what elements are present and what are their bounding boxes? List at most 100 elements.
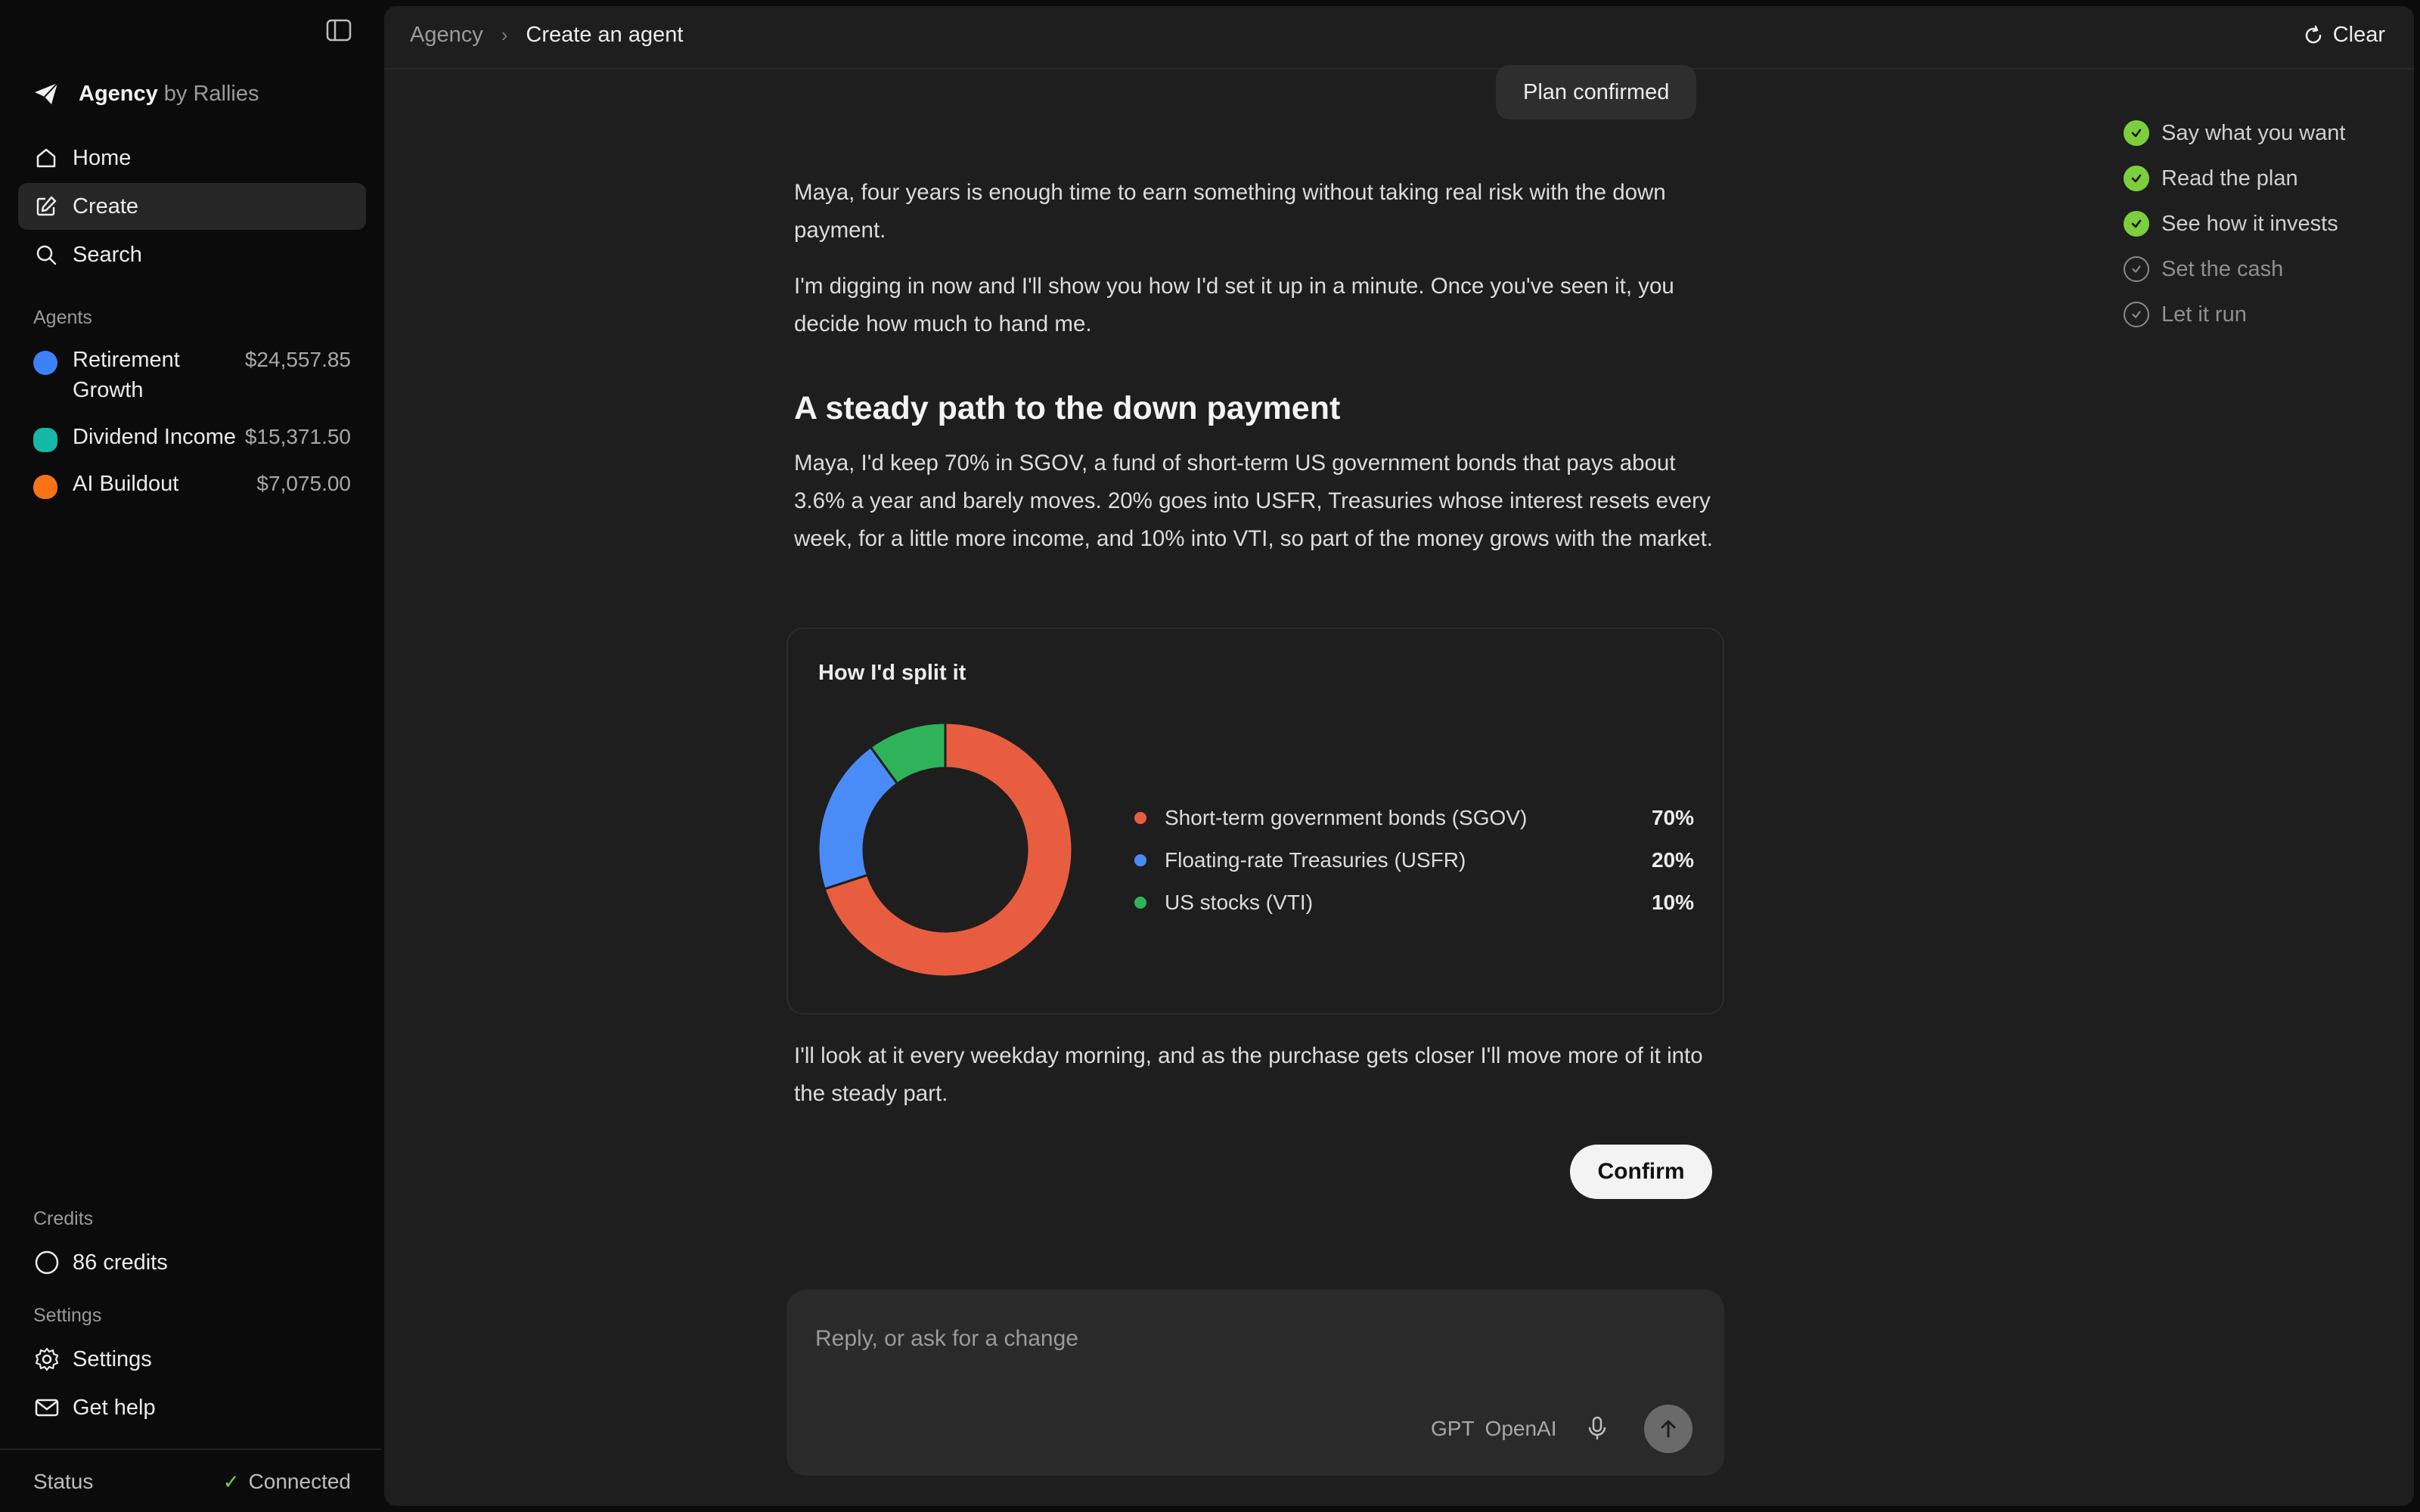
legend-item: Short-term government bonds (SGOV) 70% (1134, 797, 1694, 839)
clear-label: Clear (2332, 23, 2385, 47)
step-item: Set the cash (2124, 246, 2345, 292)
clear-button[interactable]: Clear (2303, 23, 2385, 48)
sidebar-nav: Home Create Search (18, 135, 366, 280)
paper-plane-icon (33, 80, 60, 107)
chart-title: How I'd split it (818, 661, 966, 685)
agent-name: AI Buildout (73, 472, 179, 496)
brand[interactable]: Agency by Rallies (33, 79, 259, 109)
agent-item-dividend-income[interactable]: Dividend Income $15,371.50 (33, 422, 351, 452)
agent-avatar-icon (33, 475, 57, 499)
status-bar: Status ✓ Connected (0, 1448, 381, 1512)
user-message-bubble: Plan confirmed (1496, 65, 1697, 119)
topbar: Agency › Create an agent Clear (384, 6, 2414, 70)
model-name: GPT (1431, 1417, 1475, 1440)
assistant-paragraph: I'm digging in now and I'll show you how… (794, 274, 1674, 336)
sidebar-item-help[interactable]: Get help (33, 1394, 156, 1421)
home-icon (33, 145, 59, 171)
allocation-chart-card: How I'd split it Short-term government b… (786, 627, 1724, 1015)
arrow-up-icon (1661, 1420, 1676, 1438)
assistant-paragraph: Maya, four years is enough time to earn … (794, 180, 1666, 243)
agent-item-ai-buildout[interactable]: AI Buildout $7,075.00 (33, 469, 351, 499)
plan-heading: A steady path to the down payment (794, 390, 1341, 426)
check-circle-icon (2124, 166, 2149, 191)
reply-input[interactable]: Reply, or ask for a change (815, 1326, 1078, 1352)
composer[interactable]: Reply, or ask for a change GPT OpenAI (786, 1290, 1724, 1476)
search-icon (33, 242, 59, 268)
confirm-button[interactable]: Confirm (1570, 1145, 1712, 1199)
credits-count: 86 credits (73, 1250, 168, 1275)
sidebar-item-label: Home (73, 145, 132, 170)
legend-label: Floating-rate Treasuries (USFR) (1165, 848, 1466, 872)
status-text: Connected (248, 1470, 351, 1493)
agents-section-label: Agents (33, 307, 92, 328)
sidebar-item-search[interactable]: Search (18, 231, 366, 278)
sidebar-toggle-icon[interactable] (324, 17, 354, 44)
assistant-paragraph: I'll look at it every weekday morning, a… (794, 1043, 1703, 1106)
step-item: See how it invests (2124, 201, 2345, 246)
check-circle-outline-icon (2124, 256, 2149, 282)
sidebar-item-settings[interactable]: Settings (33, 1346, 152, 1373)
model-selector[interactable]: GPT OpenAI (1431, 1417, 1557, 1441)
legend-value: 70% (1651, 806, 1694, 829)
check-icon: ✓ (222, 1470, 240, 1493)
legend-dot-icon (1134, 854, 1146, 866)
agent-item-retirement-growth[interactable]: Retirement Growth $24,557.85 (33, 345, 351, 405)
microphone-icon[interactable] (1582, 1414, 1612, 1444)
breadcrumb-root[interactable]: Agency (410, 23, 483, 48)
credits-circle-icon (33, 1249, 60, 1276)
step-item: Let it run (2124, 292, 2345, 337)
main-panel: Agency › Create an agent Clear Plan conf… (384, 6, 2414, 1506)
agent-avatar-icon (33, 351, 57, 375)
credits-section-label: Credits (33, 1208, 94, 1229)
credits-item[interactable]: 86 credits (33, 1249, 168, 1276)
legend-item: US stocks (VTI) 10% (1134, 881, 1694, 924)
model-provider: OpenAI (1485, 1417, 1557, 1440)
check-circle-icon (2124, 211, 2149, 237)
agent-name: Retirement Growth (73, 348, 180, 402)
refresh-icon (2303, 25, 2324, 46)
edit-icon (33, 194, 59, 219)
breadcrumb-current: Create an agent (526, 23, 684, 47)
brand-name: Agency (79, 81, 158, 106)
legend-value: 20% (1651, 848, 1694, 872)
sidebar-item-label: Search (73, 242, 142, 267)
step-label: Let it run (2161, 302, 2247, 327)
progress-steps: Say what you want Read the plan See how … (2124, 110, 2345, 337)
settings-label: Settings (73, 1346, 152, 1371)
step-item: Say what you want (2124, 110, 2345, 156)
legend-label: US stocks (VTI) (1165, 891, 1314, 914)
agents-list: Retirement Growth $24,557.85 Dividend In… (33, 345, 351, 516)
sidebar: Agency by Rallies Home Create Search Age… (0, 0, 381, 1512)
agent-value: $7,075.00 (256, 472, 351, 495)
step-label: Read the plan (2161, 166, 2298, 191)
brand-by: by Rallies (163, 81, 259, 106)
sidebar-item-create[interactable]: Create (18, 183, 366, 230)
sidebar-item-home[interactable]: Home (18, 135, 366, 181)
status-value: ✓ Connected (223, 1470, 351, 1494)
mail-icon (33, 1394, 60, 1421)
agent-value: $24,557.85 (244, 348, 351, 371)
check-circle-icon (2124, 120, 2149, 146)
legend-label: Short-term government bonds (SGOV) (1165, 806, 1528, 829)
assistant-paragraph: Maya, I'd keep 70% in SGOV, a fund of sh… (794, 451, 1713, 551)
settings-section-label: Settings (33, 1305, 102, 1326)
chart-legend: Short-term government bonds (SGOV) 70% F… (1134, 797, 1694, 924)
step-item: Read the plan (2124, 156, 2345, 201)
legend-dot-icon (1134, 897, 1146, 909)
step-label: Set the cash (2161, 256, 2284, 281)
help-label: Get help (73, 1395, 156, 1420)
agent-name: Dividend Income (73, 425, 236, 449)
legend-value: 10% (1651, 891, 1694, 914)
step-label: See how it invests (2161, 211, 2338, 236)
chevron-right-icon: › (501, 23, 508, 46)
sidebar-item-label: Create (73, 194, 139, 218)
status-label: Status (33, 1470, 94, 1493)
legend-dot-icon (1134, 812, 1146, 824)
breadcrumb: Agency › Create an agent (410, 23, 683, 48)
agent-value: $15,371.50 (244, 425, 351, 448)
gear-icon (33, 1346, 60, 1373)
donut-chart (817, 721, 1074, 978)
send-button[interactable] (1644, 1405, 1692, 1453)
legend-item: Floating-rate Treasuries (USFR) 20% (1134, 839, 1694, 881)
step-label: Say what you want (2161, 120, 2346, 145)
